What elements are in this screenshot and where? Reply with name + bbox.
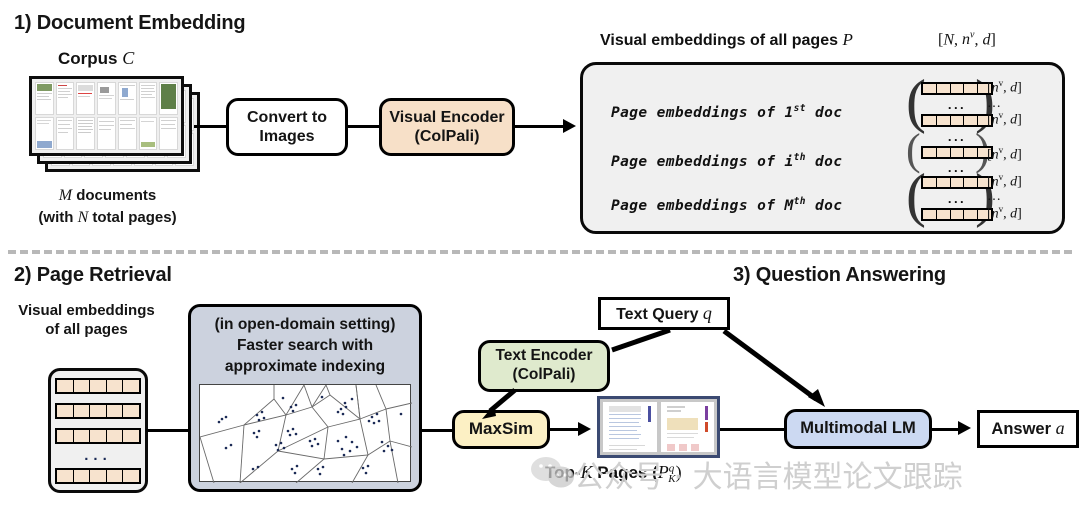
panel-row-3-vec-2 (921, 208, 993, 221)
answer-box[interactable]: Answer a (977, 410, 1079, 448)
panel-row-3-vdots: ... (947, 191, 967, 206)
panel-row-2-label: Page embeddings of ith doc (611, 152, 843, 170)
multimodal-lm-label: Multimodal LM (800, 419, 916, 438)
wechat-logo-icon (530, 455, 576, 494)
connector-convert-to-encoder (348, 125, 379, 128)
topk-pages-image (597, 396, 720, 458)
corpus-symbol: C (122, 48, 135, 68)
panel-heading: Visual embeddings of all pages P (600, 30, 853, 50)
thumbnail-grid-front (32, 79, 181, 153)
arrow-query-to-text-encoder (611, 327, 671, 353)
wechat-logo-svg (531, 457, 574, 488)
corpus-caption-text-2b: total pages) (88, 209, 177, 226)
approximate-search-box[interactable]: (in open-domain setting) Faster search w… (188, 304, 422, 492)
retrieval-embeddings-caption: Visual embeddings of all pages (18, 302, 155, 338)
embedding-row (55, 467, 141, 484)
connector-topk-to-mllm (720, 428, 785, 431)
topk-page-thumbnail (660, 402, 714, 452)
answer-label: Answer a (991, 418, 1065, 439)
page-thumbnail (117, 82, 137, 115)
corpus-caption-line2: (with N total pages) (0, 208, 215, 228)
embedding-row (55, 402, 141, 419)
visual-embeddings-panel: Page embeddings of 1st doc ( ) ... [nv, … (580, 62, 1065, 234)
arrowhead-icon (958, 421, 971, 435)
corpus-sheet-front (29, 76, 184, 156)
arrowhead-icon (578, 422, 591, 436)
corpus-N-symbol: N (77, 209, 89, 226)
page-thumbnail (138, 117, 158, 150)
page-thumbnail (55, 117, 75, 150)
corpus-title: Corpus C (58, 48, 134, 69)
page-thumbnail (138, 82, 158, 115)
page-thumbnail (35, 117, 54, 150)
arrow-text-encoder-to-maxsim (482, 388, 517, 419)
connector-encoder-to-panel (515, 125, 567, 128)
page-thumbnail (97, 82, 116, 115)
arrowhead-icon (563, 119, 576, 133)
panel-row-3-vec-1 (921, 176, 993, 189)
page-thumbnail (76, 82, 96, 115)
page-thumbnail (159, 82, 178, 115)
panel-row-2-dim-1: [nv, d] (987, 145, 1022, 163)
corpus-caption-line1: M documents (0, 186, 215, 206)
panel-row-3-dim-1: [nv, d] (987, 172, 1022, 190)
visual-embeddings-stack: ... (48, 368, 148, 493)
panel-heading-symbol: P (842, 30, 853, 49)
section-divider (8, 250, 1072, 254)
voronoi-svg (199, 384, 413, 484)
section-3-title: 3) Question Answering (733, 264, 946, 286)
corpus-M-symbol: M (58, 187, 73, 204)
approximate-search-label: (in open-domain setting) Faster search w… (214, 316, 396, 375)
panel-heading-text: Visual embeddings of all pages (600, 32, 843, 49)
voronoi-diagram (199, 383, 413, 484)
page-thumbnail (76, 117, 96, 150)
arrow-query-to-multimodal-lm (722, 328, 825, 407)
panel-row-1-vec-1 (921, 82, 993, 95)
watermark-text: 公众号 · 大语言模型论文跟踪 (574, 460, 963, 495)
page-thumbnail (97, 117, 116, 150)
embedding-stack-dots: ... (84, 446, 112, 464)
panel-heading-dims: [N, nv, d] (938, 30, 996, 49)
page-thumbnail (35, 82, 54, 115)
page-thumbnail (55, 82, 75, 115)
topk-page-thumbnail (603, 402, 657, 452)
page-thumbnail (117, 117, 137, 150)
panel-row-2-vec-1 (921, 146, 993, 159)
text-query-label: Text Query q (616, 302, 712, 323)
panel-row-3-dim-dots: … (987, 189, 1001, 204)
corpus-title-text: Corpus (58, 49, 123, 68)
connector-corpus-to-convert (194, 125, 226, 128)
convert-to-images-box[interactable]: Convert to Images (226, 98, 348, 156)
panel-row-1-vdots: ... (947, 97, 967, 112)
embedding-row (55, 377, 141, 394)
convert-to-images-label: Convert to Images (247, 108, 327, 145)
panel-row-1-label: Page embeddings of 1st doc (611, 103, 843, 121)
panel-row-1-dim-2: [nv, d] (987, 110, 1022, 128)
embedding-row (55, 427, 141, 444)
figure-canvas: 1) Document Embedding Corpus C M documen… (0, 0, 1080, 512)
multimodal-lm-box[interactable]: Multimodal LM (784, 409, 932, 449)
corpus-caption-text-2a: (with (38, 209, 78, 226)
section-1-title: 1) Document Embedding (14, 12, 246, 34)
visual-encoder-label: Visual Encoder (ColPali) (389, 108, 505, 145)
panel-row-1-dim-1: [nv, d] (987, 78, 1022, 96)
connector-stack-to-search (146, 429, 188, 432)
section-2-title: 2) Page Retrieval (14, 264, 172, 286)
visual-encoder-box[interactable]: Visual Encoder (ColPali) (379, 98, 515, 156)
panel-row-3-label: Page embeddings of Mth doc (611, 196, 843, 214)
panel-row-3-dim-2: [nv, d] (987, 204, 1022, 222)
corpus-caption-text-1: documents (72, 187, 157, 204)
page-thumbnail (159, 117, 178, 150)
